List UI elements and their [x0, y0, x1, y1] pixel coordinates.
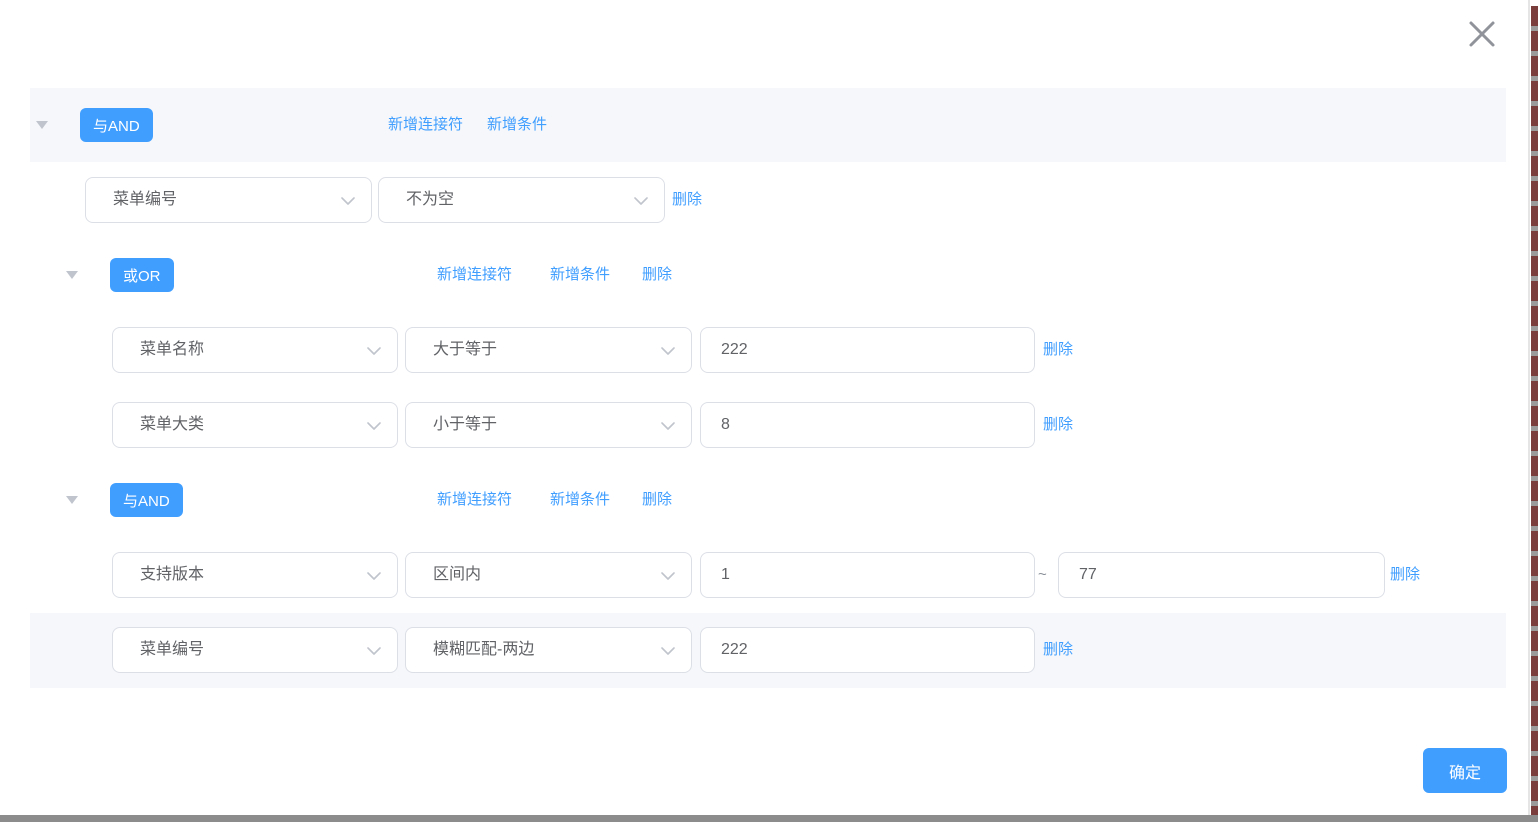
range-min-input[interactable] — [700, 552, 1035, 598]
field-select[interactable]: 菜单编号 — [85, 177, 372, 223]
connector-row-nested: 与AND 新增连接符 新增条件 删除 — [0, 483, 1538, 517]
condition-row: 菜单名称 大于等于 删除 — [0, 327, 1538, 373]
value-input[interactable] — [700, 627, 1035, 673]
add-condition-link[interactable]: 新增条件 — [487, 88, 547, 162]
close-icon[interactable] — [1460, 14, 1504, 58]
delete-condition-link[interactable]: 删除 — [1043, 327, 1073, 373]
add-connector-link[interactable]: 新增连接符 — [437, 258, 512, 292]
collapse-caret-icon[interactable] — [66, 271, 78, 279]
field-select[interactable]: 菜单编号 — [112, 627, 398, 673]
condition-row: 菜单编号 不为空 删除 — [0, 177, 1538, 223]
add-condition-link[interactable]: 新增条件 — [550, 258, 610, 292]
delete-condition-link[interactable]: 删除 — [1043, 627, 1073, 673]
condition-row: 菜单编号 模糊匹配-两边 删除 — [0, 627, 1538, 673]
operator-select[interactable]: 模糊匹配-两边 — [405, 627, 692, 673]
collapse-caret-icon[interactable] — [36, 121, 48, 129]
value-input[interactable] — [700, 402, 1035, 448]
dialog-right-edge — [1528, 0, 1530, 815]
chevron-down-icon — [367, 422, 381, 430]
collapse-caret-icon[interactable] — [66, 496, 78, 504]
delete-condition-link[interactable]: 删除 — [1043, 402, 1073, 448]
connector-type-button[interactable]: 与AND — [80, 108, 153, 142]
field-select[interactable]: 支持版本 — [112, 552, 398, 598]
delete-group-link[interactable]: 删除 — [642, 258, 672, 292]
operator-select[interactable]: 大于等于 — [405, 327, 692, 373]
connector-row-nested: 或OR 新增连接符 新增条件 删除 — [0, 258, 1538, 292]
connector-type-button[interactable]: 与AND — [110, 483, 183, 517]
chevron-down-icon — [634, 197, 648, 205]
chevron-down-icon — [367, 647, 381, 655]
operator-select[interactable]: 区间内 — [405, 552, 692, 598]
field-select[interactable]: 菜单大类 — [112, 402, 398, 448]
connector-row-root: 与AND 新增连接符 新增条件 — [0, 88, 1538, 162]
confirm-button[interactable]: 确定 — [1423, 748, 1507, 793]
delete-condition-link[interactable]: 删除 — [672, 177, 702, 223]
chevron-down-icon — [341, 197, 355, 205]
chevron-down-icon — [661, 422, 675, 430]
query-condition-builder-dialog: 与AND 新增连接符 新增条件 菜单编号 不为空 删除 或OR 新增连接符 新增… — [0, 0, 1538, 828]
window-bottom-border — [0, 815, 1538, 822]
operator-select[interactable]: 不为空 — [378, 177, 665, 223]
chevron-down-icon — [661, 347, 675, 355]
add-connector-link[interactable]: 新增连接符 — [437, 483, 512, 517]
operator-select[interactable]: 小于等于 — [405, 402, 692, 448]
value-input[interactable] — [700, 327, 1035, 373]
chevron-down-icon — [367, 572, 381, 580]
connector-type-button[interactable]: 或OR — [110, 258, 174, 292]
field-select[interactable]: 菜单名称 — [112, 327, 398, 373]
chevron-down-icon — [661, 572, 675, 580]
delete-condition-link[interactable]: 删除 — [1390, 552, 1420, 598]
add-connector-link[interactable]: 新增连接符 — [388, 88, 463, 162]
delete-group-link[interactable]: 删除 — [642, 483, 672, 517]
chevron-down-icon — [661, 647, 675, 655]
add-condition-link[interactable]: 新增条件 — [550, 483, 610, 517]
condition-row: 菜单大类 小于等于 删除 — [0, 402, 1538, 448]
chevron-down-icon — [367, 347, 381, 355]
range-separator: ~ — [1038, 552, 1047, 598]
range-max-input[interactable] — [1058, 552, 1385, 598]
window-right-border — [1531, 6, 1538, 815]
condition-row-range: 支持版本 区间内 ~ 删除 — [0, 552, 1538, 598]
